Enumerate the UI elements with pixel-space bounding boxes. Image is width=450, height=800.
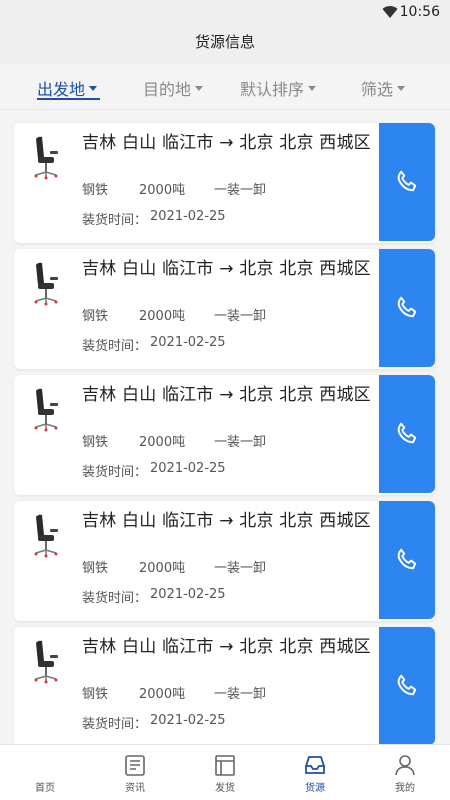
phone-icon (397, 422, 417, 444)
call-button[interactable] (379, 627, 435, 745)
filter-origin[interactable]: 出发地 (37, 76, 98, 100)
tab-profile[interactable]: 我的 (360, 745, 450, 800)
load-mode: 一装一卸 (214, 183, 267, 198)
tab-ship-label: 发货 (215, 783, 235, 794)
filter-sort[interactable]: 默认排序 (240, 76, 317, 100)
load-date: 2021-02-25 (150, 587, 226, 602)
phone-icon (397, 296, 417, 318)
route-text: 吉林 白山 临江市 → 北京 北京 西城区 (82, 385, 371, 405)
call-button[interactable] (379, 501, 435, 619)
phone-icon (397, 674, 417, 696)
filter-origin-label: 出发地 (37, 80, 86, 99)
load-date: 2021-02-25 (150, 209, 226, 224)
caret-down-icon (397, 86, 406, 91)
tab-news[interactable]: 资讯 (90, 745, 180, 800)
cargo-type: 钢铁 (82, 309, 109, 324)
filter-destination[interactable]: 目的地 (143, 76, 204, 100)
filter-destination-label: 目的地 (143, 80, 192, 99)
tab-home-label: 首页 (35, 783, 55, 794)
tab-news-label: 资讯 (125, 783, 145, 794)
filter-sort-label: 默认排序 (240, 80, 305, 99)
tab-home[interactable]: 首页 (0, 745, 90, 800)
news-icon (125, 755, 145, 776)
cargo-type: 钢铁 (82, 435, 109, 450)
cargo-weight: 2000吨 (139, 435, 186, 450)
route-text: 吉林 白山 临江市 → 北京 北京 西城区 (82, 637, 371, 657)
route-text: 吉林 白山 临江市 → 北京 北京 西城区 (82, 511, 371, 531)
load-date: 2021-02-25 (150, 713, 226, 728)
listing-card[interactable]: 吉林 白山 临江市 → 北京 北京 西城区 钢铁 2000吨 一装一卸 装货时间… (14, 501, 435, 621)
load-date: 2021-02-25 (150, 335, 226, 350)
load-time-label: 装货时间： (82, 717, 148, 732)
status-bar: 10:56 (0, 0, 450, 24)
user-icon (395, 755, 415, 776)
cargo-type: 钢铁 (82, 561, 109, 576)
tab-profile-label: 我的 (395, 783, 415, 794)
load-date: 2021-02-25 (150, 461, 226, 476)
office-chair-icon (34, 136, 58, 180)
caret-down-icon (308, 86, 317, 91)
cargo-weight: 2000吨 (139, 183, 186, 198)
cargo-weight: 2000吨 (139, 687, 186, 702)
office-chair-icon (34, 262, 58, 306)
phone-icon (397, 170, 417, 192)
inbox-icon (305, 756, 325, 774)
listing-card[interactable]: 吉林 白山 临江市 → 北京 北京 西城区 钢铁 2000吨 一装一卸 装货时间… (14, 627, 435, 747)
tab-sources[interactable]: 货源 (270, 745, 360, 800)
cargo-type: 钢铁 (82, 183, 109, 198)
wifi-icon (382, 6, 398, 19)
load-mode: 一装一卸 (214, 435, 267, 450)
filter-screen[interactable]: 筛选 (361, 76, 406, 100)
load-time-label: 装货时间： (82, 465, 148, 480)
status-time: 10:56 (399, 4, 440, 20)
tab-ship[interactable]: 发货 (180, 745, 270, 800)
active-filter-indicator (37, 98, 100, 100)
header: 货源信息 (0, 24, 450, 64)
route-text: 吉林 白山 临江市 → 北京 北京 西城区 (82, 259, 371, 279)
cargo-weight: 2000吨 (139, 309, 186, 324)
caret-down-icon (89, 86, 98, 91)
office-chair-icon (34, 388, 58, 432)
load-mode: 一装一卸 (214, 561, 267, 576)
filter-bar: 出发地 目的地 默认排序 筛选 (0, 64, 450, 110)
call-button[interactable] (379, 249, 435, 367)
tab-sources-label: 货源 (305, 783, 325, 794)
load-time-label: 装货时间： (82, 339, 148, 354)
load-time-label: 装货时间： (82, 213, 148, 228)
filter-screen-label: 筛选 (361, 80, 394, 99)
home-icon (35, 754, 55, 774)
cargo-type: 钢铁 (82, 687, 109, 702)
route-text: 吉林 白山 临江市 → 北京 北京 西城区 (82, 133, 371, 153)
shipping-icon (215, 755, 235, 776)
load-mode: 一装一卸 (214, 309, 267, 324)
listing-card[interactable]: 吉林 白山 临江市 → 北京 北京 西城区 钢铁 2000吨 一装一卸 装货时间… (14, 249, 435, 369)
bottom-tab-bar: 首页 资讯 发货 货源 我的 (0, 744, 450, 800)
listing-card[interactable]: 吉林 白山 临江市 → 北京 北京 西城区 钢铁 2000吨 一装一卸 装货时间… (14, 123, 435, 243)
load-mode: 一装一卸 (214, 687, 267, 702)
load-time-label: 装货时间： (82, 591, 148, 606)
phone-icon (397, 548, 417, 570)
cargo-weight: 2000吨 (139, 561, 186, 576)
call-button[interactable] (379, 123, 435, 241)
call-button[interactable] (379, 375, 435, 493)
caret-down-icon (195, 86, 204, 91)
listing-card[interactable]: 吉林 白山 临江市 → 北京 北京 西城区 钢铁 2000吨 一装一卸 装货时间… (14, 375, 435, 495)
page-title: 货源信息 (194, 33, 255, 51)
office-chair-icon (34, 514, 58, 558)
office-chair-icon (34, 640, 58, 684)
